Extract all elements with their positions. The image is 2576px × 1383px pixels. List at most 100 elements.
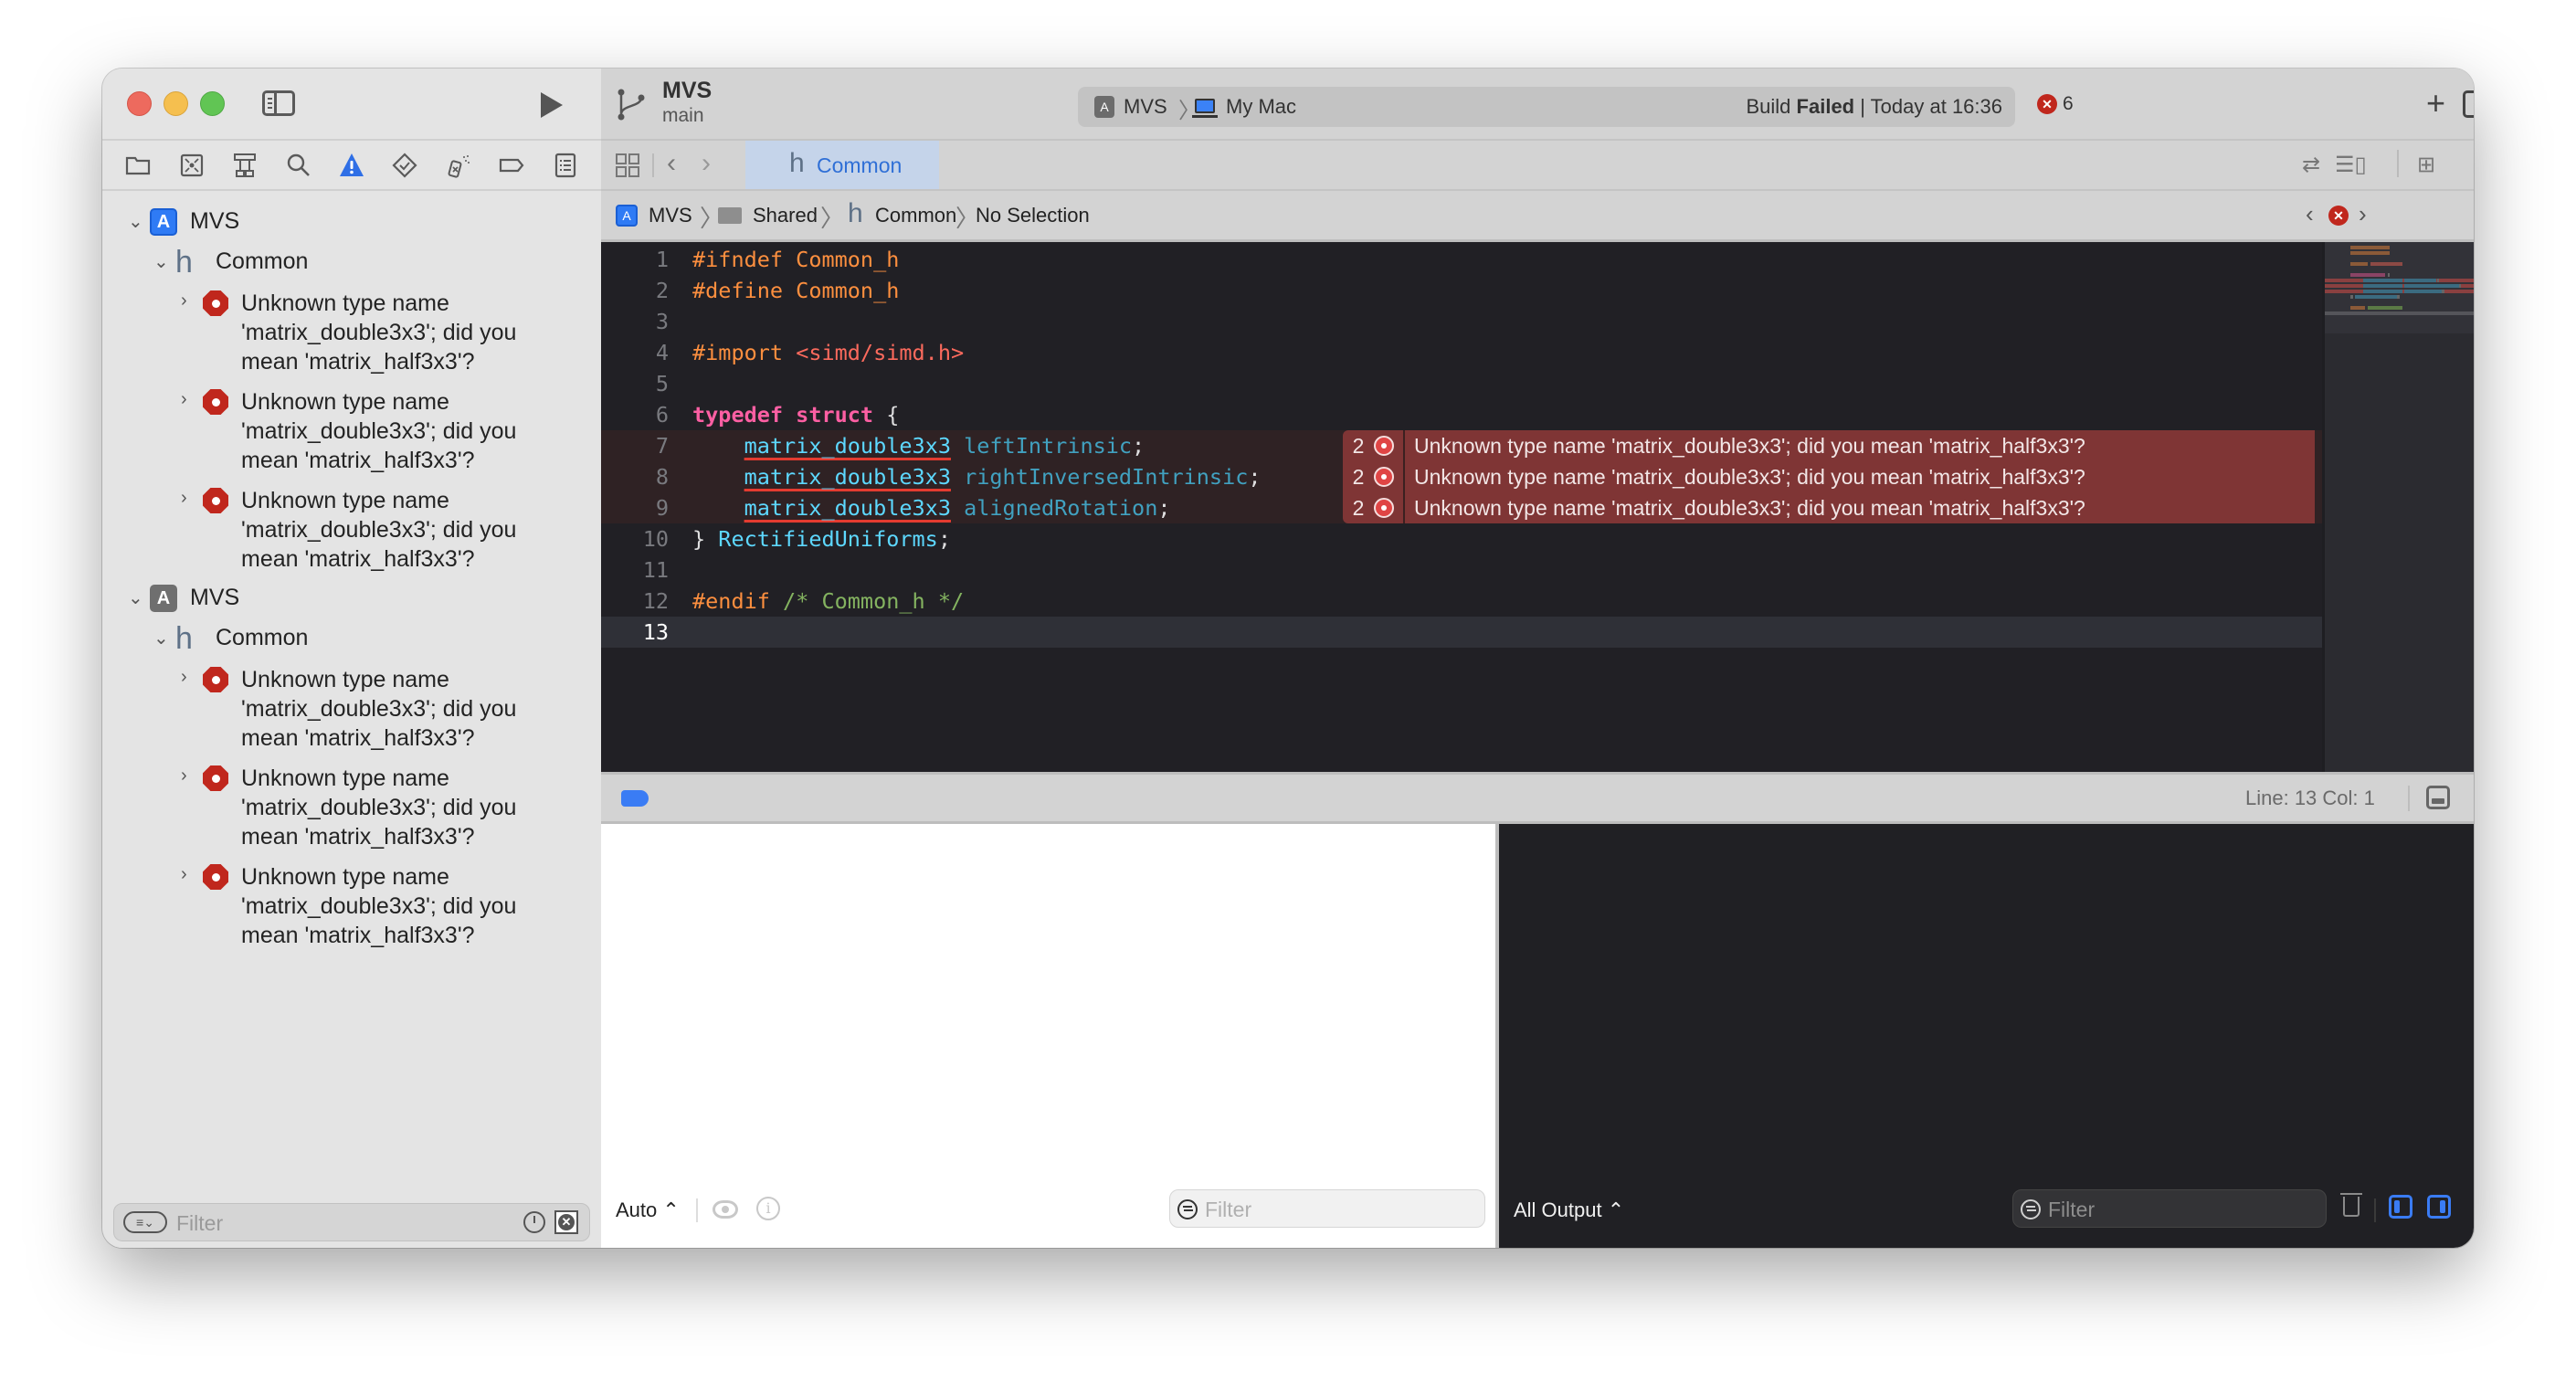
issue-item[interactable]: › Unknown type name 'matrix_double3x3'; … [181, 862, 552, 950]
code-line[interactable]: 10} RectifiedUniforms; [601, 523, 2322, 554]
previous-issue-icon[interactable]: ‹ [2306, 200, 2314, 228]
related-items-grid-icon[interactable] [616, 153, 639, 177]
chevron-right-icon[interactable]: › [181, 667, 203, 688]
chevron-down-icon[interactable]: ⌄ [128, 586, 150, 609]
issue-item[interactable]: › Unknown type name 'matrix_double3x3'; … [181, 764, 552, 851]
inspector-toggle-icon[interactable] [2463, 90, 2474, 118]
code-line[interactable]: 6 typedef struct { [601, 399, 2322, 430]
issue-group-file[interactable]: ⌄ h Common [153, 247, 308, 278]
line-number[interactable]: 2 [601, 275, 669, 306]
hierarchy-icon[interactable] [230, 151, 259, 180]
navigator-filter-field[interactable]: ≡⌄ Filter [113, 1203, 590, 1241]
variables-scope-selector[interactable]: Auto ⌃ [616, 1198, 680, 1222]
swap-arrows-icon[interactable]: ⇄ [2302, 152, 2320, 178]
forward-chevron-icon[interactable]: › [702, 148, 711, 179]
line-number[interactable]: 12 [601, 586, 669, 617]
console-output-selector[interactable]: All Output ⌃ [1514, 1198, 1624, 1222]
code-line[interactable]: 4 #import <simd/simd.h> [601, 337, 2322, 368]
line-number[interactable]: 5 [601, 368, 669, 399]
code-line[interactable]: 12 #endif /* Common_h */ [601, 586, 2322, 617]
chevron-right-icon[interactable]: › [181, 765, 203, 787]
inline-error-annotation[interactable]: 2 Unknown type name 'matrix_double3x3'; d… [1343, 430, 2315, 461]
recent-filter-icon[interactable] [523, 1211, 545, 1233]
jump-bar-symbol[interactable]: No Selection [976, 204, 1090, 227]
issue-item[interactable]: › Unknown type name 'matrix_double3x3'; … [181, 486, 552, 574]
source-editor[interactable]: 1 #ifndef Common_h 2 #define Common_h 3 4 #imp… [601, 242, 2322, 772]
issue-error-icon[interactable]: ✕ [2328, 206, 2349, 226]
line-number[interactable]: 7 [601, 430, 669, 461]
code-line[interactable]: 5 [601, 368, 2322, 399]
code-line[interactable]: 2 #define Common_h [601, 275, 2322, 306]
editor-options-icon[interactable]: ☰▯ [2335, 152, 2367, 178]
issue-group-file[interactable]: ⌄ h Common [153, 623, 308, 654]
chevron-right-icon[interactable]: › [181, 290, 203, 311]
line-number[interactable]: 8 [601, 461, 669, 492]
tab-common[interactable]: h Common [745, 141, 939, 189]
close-window-button[interactable] [127, 91, 152, 116]
chevron-down-icon[interactable]: ⌄ [128, 210, 150, 233]
chevron-down-icon[interactable]: ⌄ [153, 250, 175, 273]
scheme-selector[interactable]: MVS [1124, 95, 1167, 119]
line-number[interactable]: 11 [601, 554, 669, 586]
folder-icon[interactable] [123, 151, 153, 180]
hide-debug-area-icon[interactable] [2426, 786, 2450, 809]
issue-group-project[interactable]: ⌄ A MVS [128, 585, 239, 612]
back-chevron-icon[interactable]: ‹ [667, 148, 676, 179]
jump-bar-group[interactable]: Shared [753, 204, 818, 227]
line-number[interactable]: 6 [601, 399, 669, 430]
errors-only-filter-icon[interactable] [554, 1210, 578, 1234]
breakpoints-toggle-icon[interactable] [621, 790, 649, 807]
variables-filter-field[interactable]: Filter [1169, 1189, 1485, 1228]
source-control-icon[interactable] [177, 151, 206, 180]
filter-options-icon[interactable]: ≡⌄ [123, 1211, 167, 1233]
run-button[interactable] [541, 92, 563, 118]
line-number[interactable]: 10 [601, 523, 669, 554]
issue-item[interactable]: › Unknown type name 'matrix_double3x3'; … [181, 665, 552, 753]
code-line[interactable]: 1 #ifndef Common_h [601, 244, 2322, 275]
line-number[interactable]: 13 [601, 617, 669, 648]
code-line[interactable]: 13 [601, 617, 2322, 648]
console-filter-field[interactable]: Filter [2012, 1189, 2327, 1228]
line-number[interactable]: 4 [601, 337, 669, 368]
line-number[interactable]: 3 [601, 306, 669, 337]
breakpoint-icon[interactable] [497, 151, 526, 180]
warning-icon[interactable] [337, 151, 366, 180]
issue-item[interactable]: › Unknown type name 'matrix_double3x3'; … [181, 387, 552, 475]
branch-name[interactable]: main [662, 105, 704, 127]
line-number[interactable]: 1 [601, 244, 669, 275]
chevron-right-icon[interactable]: › [181, 488, 203, 509]
issue-group-project[interactable]: ⌄ A MVS [128, 208, 239, 236]
inline-error-annotation[interactable]: 2 Unknown type name 'matrix_double3x3'; d… [1343, 461, 2315, 492]
test-diamond-icon[interactable] [390, 151, 419, 180]
error-count-badge[interactable]: ✕ 6 [2037, 93, 2074, 115]
jump-bar-file[interactable]: Common [875, 204, 956, 227]
show-console-view-icon[interactable] [2427, 1195, 2451, 1219]
line-number[interactable]: 9 [601, 492, 669, 523]
jump-bar-project[interactable]: MVS [649, 204, 692, 227]
next-issue-icon[interactable]: › [2359, 200, 2367, 228]
minimap-visible-region[interactable] [2325, 242, 2474, 333]
sidebar-toggle-icon[interactable] [262, 90, 295, 116]
trash-icon[interactable] [2340, 1193, 2362, 1217]
spray-icon[interactable] [444, 151, 473, 180]
code-line[interactable]: 11 [601, 554, 2322, 586]
add-editor-icon[interactable]: ⊞ [2417, 152, 2435, 178]
destination-selector[interactable]: My Mac [1226, 95, 1296, 119]
issue-item[interactable]: › Unknown type name 'matrix_double3x3'; … [181, 289, 552, 376]
add-library-button[interactable]: + [2426, 83, 2445, 123]
zoom-window-button[interactable] [200, 91, 225, 116]
chevron-down-icon[interactable]: ⌄ [153, 627, 175, 649]
code-token: ; [1248, 464, 1262, 490]
show-variables-view-icon[interactable] [2389, 1195, 2412, 1219]
minimize-window-button[interactable] [164, 91, 188, 116]
code-line[interactable]: 3 [601, 306, 2322, 337]
chevron-right-icon[interactable]: › [181, 389, 203, 410]
info-icon[interactable]: i [756, 1197, 780, 1220]
report-list-icon[interactable] [551, 151, 580, 180]
chevron-right-icon[interactable]: › [181, 864, 203, 885]
scheme-name[interactable]: MVS [662, 78, 712, 104]
search-icon[interactable] [284, 151, 313, 180]
minimap[interactable] [2322, 242, 2474, 772]
eye-icon[interactable] [713, 1200, 738, 1219]
inline-error-annotation[interactable]: 2 Unknown type name 'matrix_double3x3'; d… [1343, 492, 2315, 523]
